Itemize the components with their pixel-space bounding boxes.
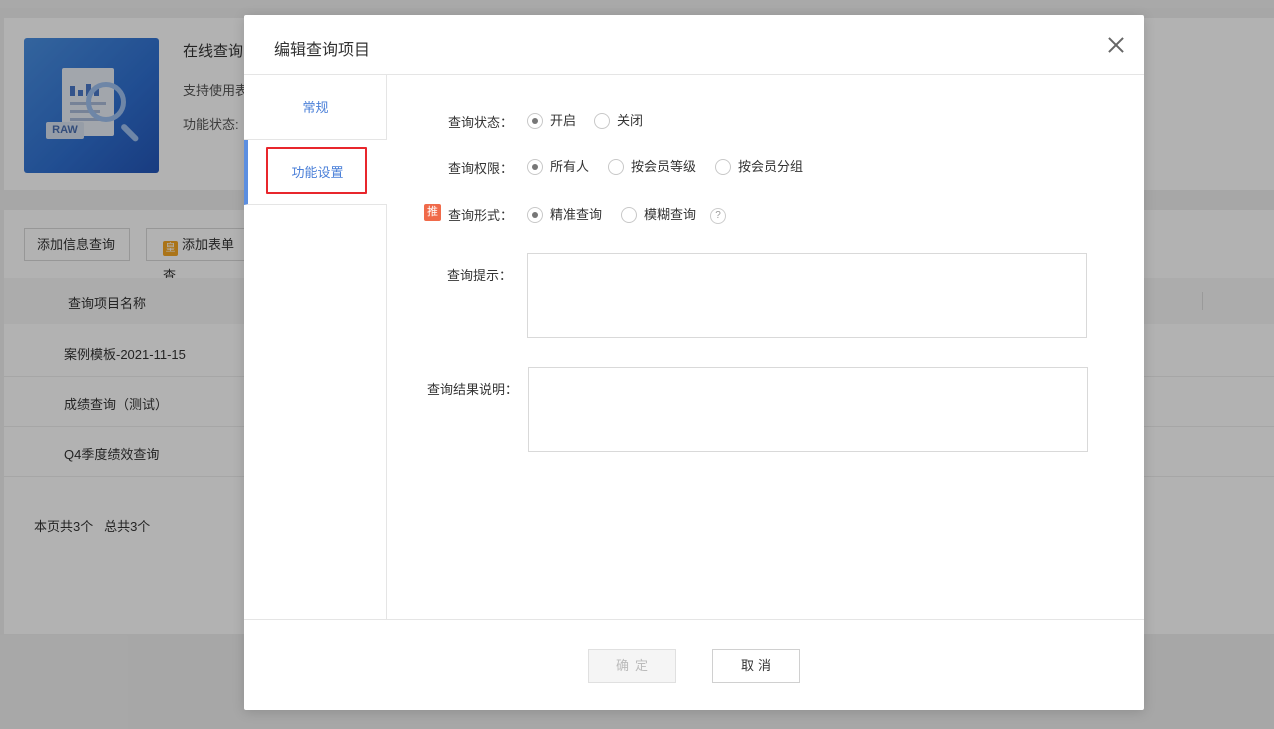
permission-radio-level[interactable]: 按会员等级 xyxy=(608,157,696,177)
modal-side-nav: 常规 功能设置 xyxy=(244,75,387,619)
status-radio-off[interactable]: 关闭 xyxy=(594,111,643,131)
permission-radio-all[interactable]: 所有人 xyxy=(527,157,589,177)
modal-footer: 确定 取消 xyxy=(244,619,1144,710)
recommend-icon: 推 xyxy=(424,204,441,221)
mode-label: 查询形式： xyxy=(448,208,514,223)
radio-dot xyxy=(527,159,543,175)
permission-label: 查询权限： xyxy=(448,161,514,176)
radio-dot xyxy=(715,159,731,175)
status-label: 查询状态： xyxy=(448,115,514,130)
radio-label: 按会员分组 xyxy=(738,159,804,174)
radio-dot xyxy=(594,113,610,129)
cancel-button[interactable]: 取消 xyxy=(712,649,800,683)
tab-general[interactable]: 常规 xyxy=(244,75,387,140)
mode-radio-exact[interactable]: 精准查询 xyxy=(527,205,602,225)
radio-dot xyxy=(621,207,637,223)
result-desc-textarea[interactable] xyxy=(528,367,1088,452)
result-desc-label: 查询结果说明： xyxy=(427,382,519,397)
status-radio-on[interactable]: 开启 xyxy=(527,111,576,131)
modal-header: 编辑查询项目 xyxy=(244,15,1144,75)
radio-dot xyxy=(608,159,624,175)
highlight-box xyxy=(266,147,367,194)
hint-textarea[interactable] xyxy=(527,253,1087,338)
radio-label: 模糊查询 xyxy=(644,207,697,222)
radio-label: 精准查询 xyxy=(550,207,603,222)
radio-label: 按会员等级 xyxy=(631,159,697,174)
hint-label: 查询提示： xyxy=(447,268,513,283)
mode-radio-fuzzy[interactable]: 模糊查询 xyxy=(621,205,696,225)
confirm-button[interactable]: 确定 xyxy=(588,649,676,683)
close-icon[interactable] xyxy=(1104,33,1128,57)
help-icon[interactable]: ? xyxy=(710,208,726,224)
radio-label: 开启 xyxy=(550,113,577,128)
permission-radio-group[interactable]: 按会员分组 xyxy=(715,157,803,177)
tab-function-settings[interactable]: 功能设置 xyxy=(244,140,387,205)
radio-dot xyxy=(527,113,543,129)
radio-dot xyxy=(527,207,543,223)
radio-label: 所有人 xyxy=(550,159,590,174)
modal-title: 编辑查询项目 xyxy=(274,42,371,59)
radio-label: 关闭 xyxy=(617,113,644,128)
edit-query-modal: 编辑查询项目 常规 功能设置 查询状态： 开启 关闭 查询权限： 所有人 按会员… xyxy=(244,15,1144,710)
